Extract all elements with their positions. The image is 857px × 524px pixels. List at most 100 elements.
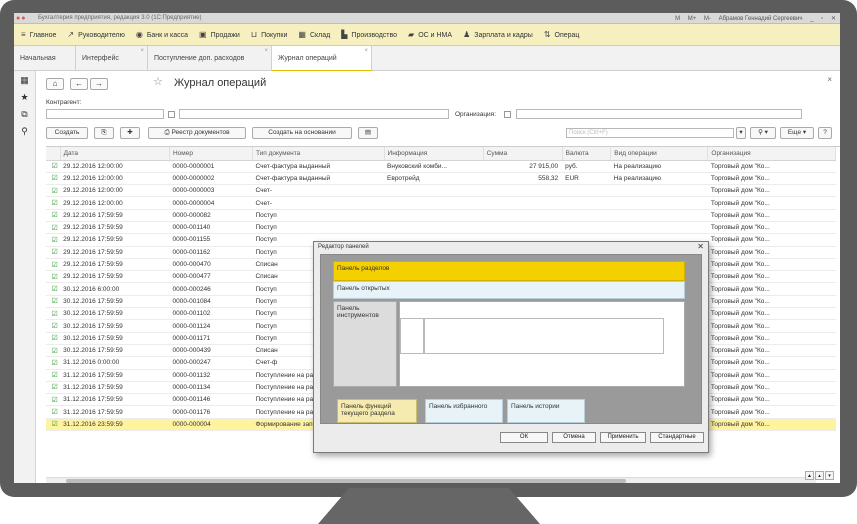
arrow-left-icon: ← bbox=[75, 79, 83, 88]
tab-home[interactable]: Начальная страница bbox=[14, 46, 76, 87]
table-cell: 29.12.2016 17:59:59 bbox=[60, 221, 170, 235]
table-row[interactable]: ☑ 29.12.2016 12:00:00 0000-0000003 Счет- Тор… bbox=[46, 184, 836, 198]
search-input[interactable]: Поиск (Ctrl+F) bbox=[566, 128, 734, 138]
menu-item[interactable]: ⇅ Операц bbox=[544, 24, 580, 45]
organization-filter-checkbox[interactable] bbox=[504, 111, 511, 118]
table-cell: 31.12.2016 17:59:59 bbox=[60, 369, 170, 382]
column-header[interactable]: Номер bbox=[169, 147, 253, 161]
close-tab-icon[interactable]: × bbox=[140, 39, 144, 64]
tab-label: Поступление доп. расходов bbox=[154, 55, 245, 62]
menu-item[interactable]: ▙ Производство bbox=[341, 24, 397, 45]
tab-additional-expenses[interactable]: Поступление доп. расходов × bbox=[148, 46, 272, 71]
column-header[interactable]: Тип документа bbox=[252, 147, 385, 161]
table-row[interactable]: ☑ 29.12.2016 12:00:00 0000-0000004 Счет- Тор… bbox=[46, 196, 836, 210]
report-button[interactable]: ▤ bbox=[358, 127, 378, 139]
menu-item[interactable]: ♟ Зарплата и кадры bbox=[463, 24, 533, 45]
table-cell bbox=[483, 209, 563, 222]
standard-button[interactable]: Стандартные bbox=[650, 432, 704, 443]
table-row[interactable]: ☑ 29.12.2016 12:00:00 0000-0000001 Счет-фак… bbox=[46, 160, 836, 173]
organization-label: Организация: bbox=[455, 111, 497, 118]
menu-item[interactable]: ⊔ Покупки bbox=[251, 24, 288, 45]
close-form-icon[interactable]: × bbox=[827, 75, 832, 84]
create-button[interactable]: Создать bbox=[46, 127, 88, 139]
kontragent-input[interactable] bbox=[179, 109, 449, 119]
posted-document-icon: ☑ bbox=[46, 393, 61, 407]
menu-item[interactable]: ▰ ОС и НМА bbox=[408, 24, 452, 45]
tools-panel: ▦ ★ ⧉ ⚲ bbox=[14, 71, 36, 483]
column-header[interactable]: Информация bbox=[384, 147, 484, 161]
table-cell: 30.12.2016 17:59:59 bbox=[60, 319, 170, 333]
column-header[interactable]: Валюта bbox=[562, 147, 612, 161]
table-cell: 0000-000477 bbox=[169, 270, 253, 284]
registry-label: Реестр документов bbox=[171, 129, 230, 136]
menu-item[interactable]: ▦ Склад bbox=[298, 24, 330, 45]
column-header[interactable]: Сумма bbox=[483, 147, 563, 161]
minimize-icon[interactable]: _ bbox=[810, 16, 813, 22]
table-row[interactable]: ☑ 29.12.2016 17:59:59 0000-000082 Поступ Тор… bbox=[46, 209, 836, 222]
menu-item[interactable]: ≡ Главное bbox=[21, 24, 56, 45]
favorite-star-icon[interactable]: ☆ bbox=[153, 75, 163, 88]
grid-menu-icon[interactable]: ▦ bbox=[14, 73, 35, 88]
tab-operations-journal[interactable]: Журнал операций × bbox=[272, 46, 372, 72]
open-panel-zone[interactable]: Панель открытых bbox=[333, 281, 685, 299]
tools-panel-zone[interactable]: Панель инструментов bbox=[333, 301, 397, 387]
cancel-button[interactable]: Отмена bbox=[552, 432, 596, 443]
table-cell: 0000-000439 bbox=[169, 344, 253, 358]
kontragent-select[interactable] bbox=[46, 109, 164, 119]
scroll-top-icon[interactable]: ▲ bbox=[805, 471, 814, 480]
menu-item[interactable]: ▣ Продажи bbox=[199, 24, 240, 45]
post-button[interactable]: ✚ bbox=[120, 127, 140, 139]
memory-plus-button[interactable]: M+ bbox=[688, 16, 697, 22]
search-icon[interactable]: ⚲ bbox=[14, 124, 35, 139]
horizontal-scrollbar[interactable] bbox=[46, 477, 816, 483]
column-header[interactable]: Дата bbox=[60, 147, 170, 161]
apply-button[interactable]: Применить bbox=[600, 432, 646, 443]
scrollbar-thumb[interactable] bbox=[66, 479, 626, 483]
menu-item[interactable]: ↗ Руководителю bbox=[67, 24, 124, 45]
dialog-close-icon[interactable]: ✕ bbox=[697, 242, 704, 251]
user-name[interactable]: Абрамов Геннадий Сергеевич bbox=[719, 16, 803, 22]
memory-minus-button[interactable]: M- bbox=[704, 16, 711, 22]
history-panel-zone[interactable]: Панель истории bbox=[507, 399, 585, 423]
history-icon[interactable]: ⧉ bbox=[14, 107, 35, 122]
search-clear-button[interactable]: ▾ bbox=[736, 127, 746, 139]
kontragent-filter-checkbox[interactable] bbox=[168, 111, 175, 118]
column-header[interactable]: Организация bbox=[707, 147, 836, 161]
maximize-icon[interactable]: ▫ bbox=[821, 16, 823, 22]
favorites-star-icon[interactable]: ★ bbox=[14, 90, 35, 105]
functions-panel-zone[interactable]: Панель функций текущего раздела bbox=[337, 399, 417, 423]
table-row[interactable]: ☑ 29.12.2016 17:59:59 0000-001140 Поступ Тор… bbox=[46, 221, 836, 235]
table-row[interactable]: ☑ 29.12.2016 12:00:00 0000-0000002 Счет-фак… bbox=[46, 172, 836, 186]
scroll-down-icon[interactable]: ▾ bbox=[825, 471, 834, 480]
posted-document-icon: ☑ bbox=[46, 307, 61, 321]
sections-panel-zone[interactable]: Панель разделов bbox=[333, 261, 685, 281]
post-icon: ✚ bbox=[127, 129, 133, 136]
ok-button[interactable]: ОК bbox=[500, 432, 548, 443]
table-cell: 0000-000082 bbox=[169, 209, 253, 222]
posted-document-icon: ☑ bbox=[46, 221, 61, 235]
organization-input[interactable] bbox=[516, 109, 802, 119]
app-menu-icon[interactable]: ●● bbox=[16, 15, 26, 22]
posted-document-icon: ☑ bbox=[46, 369, 61, 382]
close-tab-icon[interactable]: × bbox=[364, 39, 368, 64]
copy-button[interactable]: ⎘ bbox=[94, 127, 114, 139]
posted-document-icon: ☑ bbox=[46, 356, 61, 370]
close-window-icon[interactable]: ✕ bbox=[831, 16, 836, 22]
forward-button[interactable]: → bbox=[90, 78, 108, 90]
tab-interface[interactable]: Интерфейс × bbox=[76, 46, 148, 71]
home-button[interactable]: ⌂ bbox=[46, 78, 64, 90]
tab-label: Журнал операций bbox=[278, 55, 337, 62]
create-based-button[interactable]: Создать на основании bbox=[252, 127, 352, 139]
scroll-up-icon[interactable]: ▴ bbox=[815, 471, 824, 480]
table-cell: 31.12.2016 23:59:59 bbox=[60, 418, 170, 432]
help-button[interactable]: ? bbox=[818, 127, 832, 139]
search-button[interactable]: ⚲ ▾ bbox=[750, 127, 776, 139]
registry-button[interactable]: ⎙ Реестр документов bbox=[148, 127, 246, 139]
favorites-panel-zone[interactable]: Панель избранного bbox=[425, 399, 503, 423]
titlebar-right: M M+ M- Абрамов Геннадий Сергеевич _ ▫ ✕ bbox=[669, 15, 836, 22]
column-header[interactable]: Вид операции bbox=[610, 147, 709, 161]
back-button[interactable]: ← bbox=[70, 78, 88, 90]
close-tab-icon[interactable]: × bbox=[264, 39, 268, 64]
memory-m-button[interactable]: M bbox=[675, 16, 680, 22]
more-button[interactable]: Еще ▾ bbox=[780, 127, 814, 139]
